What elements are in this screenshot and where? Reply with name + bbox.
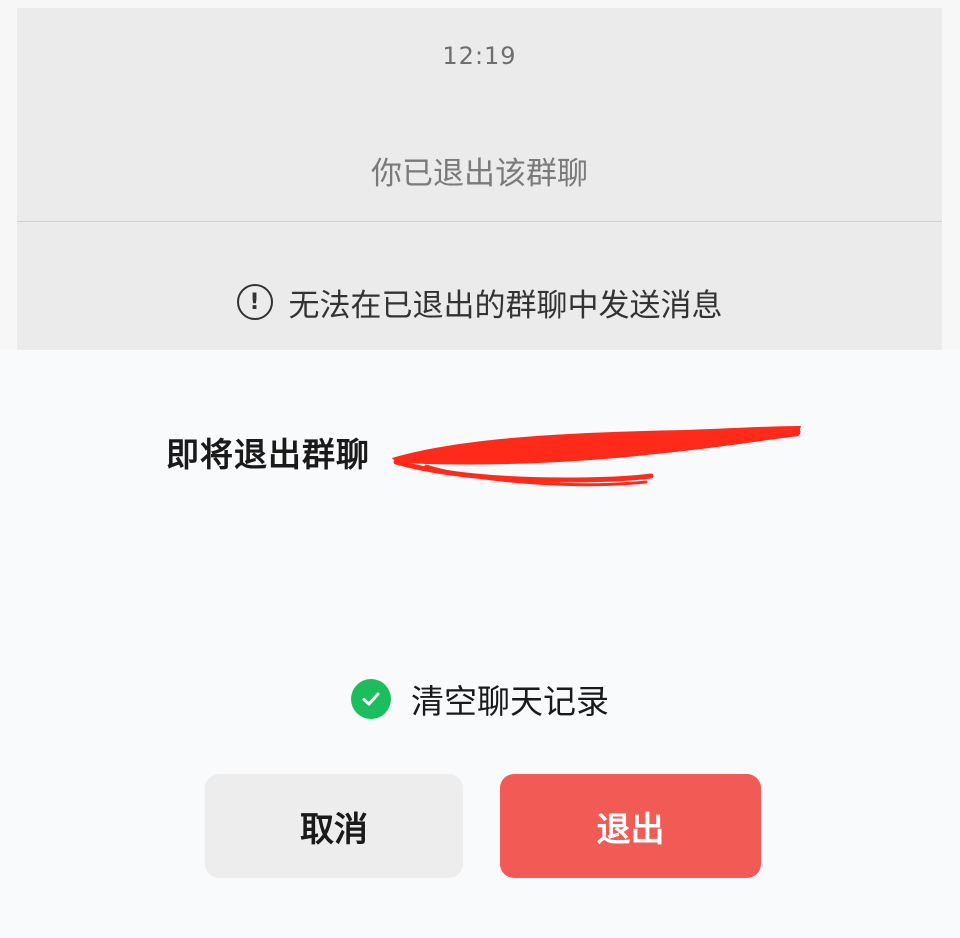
notice-text: 无法在已退出的群聊中发送消息 (288, 287, 723, 324)
exit-button[interactable]: 退出 (500, 774, 761, 878)
clear-history-option[interactable]: 清空聊天记录 (0, 675, 960, 723)
clear-history-label[interactable]: 清空聊天记录 (411, 675, 609, 723)
cancel-button[interactable]: 取消 (205, 774, 463, 878)
exit-group-dialog: 即将退出群聊 清空聊天记录 取消 退出 (0, 350, 960, 938)
system-message: 你已退出该群聊 (371, 156, 588, 192)
redaction-scribble (392, 426, 801, 487)
cannot-send-notice: ! 无法在已退出的群聊中发送消息 (17, 270, 942, 334)
chat-history-panel: 12:19 你已退出该群聊 ! 无法在已退出的群聊中发送消息 (17, 8, 942, 350)
divider (17, 221, 942, 222)
checkmark-icon[interactable] (351, 679, 391, 719)
exclamation-circle-icon: ! (236, 284, 273, 320)
dialog-title-area: 即将退出群聊 (166, 418, 826, 488)
message-timestamp: 12:19 (442, 42, 517, 70)
dialog-title: 即将退出群聊 (166, 435, 370, 474)
